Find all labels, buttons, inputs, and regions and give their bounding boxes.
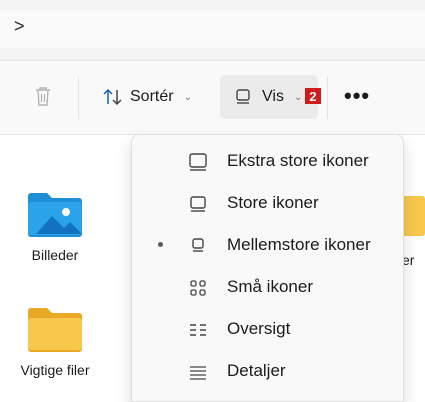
more-options-button[interactable]: ••• bbox=[344, 83, 370, 109]
view-button[interactable]: Vis ⌄ bbox=[220, 75, 318, 119]
toolbar-divider bbox=[327, 77, 328, 119]
annotation-badge: 2 bbox=[305, 88, 321, 104]
medium-icons-icon bbox=[192, 238, 204, 252]
chevron-down-icon: ⌄ bbox=[293, 91, 303, 103]
selected-indicator-icon bbox=[158, 242, 163, 247]
breadcrumb-chevron-icon[interactable]: > bbox=[14, 16, 25, 37]
menu-item-medium-icons[interactable]: Mellemstore ikoner bbox=[132, 225, 405, 265]
menu-item-list[interactable]: Oversigt bbox=[132, 309, 405, 349]
details-icon bbox=[190, 366, 206, 380]
menu-item-label: Detaljer bbox=[227, 361, 286, 380]
command-bar: Sortér ⌄ Vis ⌄ ••• bbox=[0, 61, 425, 135]
menu-item-extra-large-icons[interactable]: Ekstra store ikoner bbox=[132, 141, 405, 181]
toolbar-divider bbox=[78, 77, 79, 119]
list-icon bbox=[190, 324, 206, 336]
menu-item-label: Store ikoner bbox=[227, 193, 319, 212]
address-bar: > bbox=[0, 0, 425, 61]
menu-item-details[interactable]: Detaljer bbox=[132, 351, 405, 391]
file-item[interactable]: Billeder bbox=[10, 190, 100, 263]
large-icons-icon bbox=[190, 196, 206, 212]
sort-icon bbox=[103, 88, 122, 106]
view-menu: Ekstra store ikoner Store ikoner Mellems… bbox=[131, 134, 404, 402]
breadcrumb[interactable] bbox=[0, 10, 425, 48]
menu-item-label: Oversigt bbox=[227, 319, 291, 338]
file-item[interactable]: Vigtige filer bbox=[10, 305, 100, 378]
menu-item-label: Ekstra store ikoner bbox=[227, 151, 369, 170]
view-label: Vis bbox=[262, 88, 284, 105]
delete-icon[interactable] bbox=[33, 85, 53, 107]
pictures-folder-icon bbox=[28, 193, 82, 237]
extra-large-icons-icon bbox=[189, 153, 207, 171]
sort-button[interactable]: Sortér ⌄ bbox=[102, 85, 192, 109]
sort-label: Sortér bbox=[130, 88, 174, 105]
file-label: Billeder bbox=[31, 247, 79, 263]
file-label: Vigtige filer bbox=[20, 362, 90, 378]
chevron-down-icon: ⌄ bbox=[183, 91, 192, 103]
menu-item-small-icons[interactable]: Små ikoner bbox=[132, 267, 405, 307]
small-icons-icon bbox=[190, 280, 206, 296]
menu-item-large-icons[interactable]: Store ikoner bbox=[132, 183, 405, 223]
menu-item-label: Mellemstore ikoner bbox=[227, 235, 371, 254]
view-icon bbox=[236, 89, 250, 104]
menu-item-label: Små ikoner bbox=[227, 277, 313, 296]
folder-icon bbox=[28, 308, 82, 352]
